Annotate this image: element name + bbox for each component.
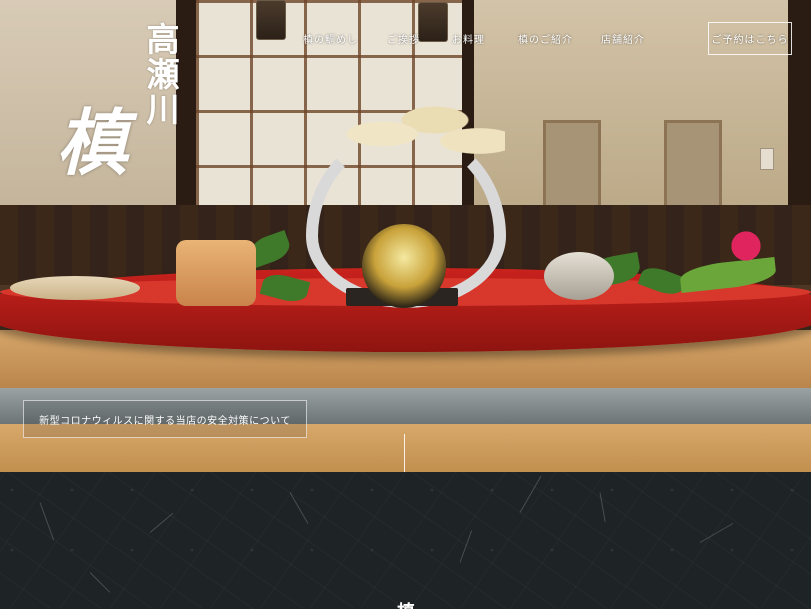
paper-fiber xyxy=(459,530,473,563)
nav-item-cuisine[interactable]: お料理 xyxy=(452,31,485,46)
covid-notice-link[interactable]: 新型コロナウィルスに関する当店の安全対策について xyxy=(23,400,307,438)
nav-item-greeting[interactable]: ご挨拶 xyxy=(387,31,420,46)
paper-fiber xyxy=(519,475,542,513)
logo-shop-name: 槙 xyxy=(56,100,129,185)
dish-sashimi xyxy=(544,252,614,300)
light-switch xyxy=(760,148,774,170)
hanging-lamp-icon xyxy=(256,0,286,40)
rice-ear-decoration xyxy=(330,92,505,162)
covid-notice-label: 新型コロナウィルスに関する当店の安全対策について xyxy=(39,415,291,427)
paper-fiber xyxy=(289,492,309,524)
paper-fiber xyxy=(89,572,111,593)
nav-item-tai-meshi[interactable]: 槙の鯛めし xyxy=(303,31,358,46)
maple-leaf-garnish xyxy=(716,226,776,266)
nav-item-store[interactable]: 店舗紹介 xyxy=(601,31,645,46)
wall-niche xyxy=(543,120,601,208)
paper-fiber xyxy=(149,512,174,533)
hanging-lamp-icon xyxy=(418,2,448,42)
glass-bowl xyxy=(362,224,446,308)
dish-left xyxy=(10,276,140,300)
scroll-indicator-line xyxy=(404,434,405,472)
section-heading-glyph: 槙 xyxy=(397,598,415,609)
reservation-button[interactable]: ご予約はこちら xyxy=(708,22,792,55)
dish-grilled xyxy=(176,240,256,306)
paper-fiber xyxy=(699,523,734,543)
wall-niche xyxy=(664,120,722,208)
nav-item-about[interactable]: 槙のご紹介 xyxy=(518,31,573,46)
paper-fiber xyxy=(599,492,606,523)
paper-fiber xyxy=(39,502,55,541)
logo-place-name: 高瀬川 xyxy=(141,22,180,127)
washi-paper-section xyxy=(0,472,811,609)
